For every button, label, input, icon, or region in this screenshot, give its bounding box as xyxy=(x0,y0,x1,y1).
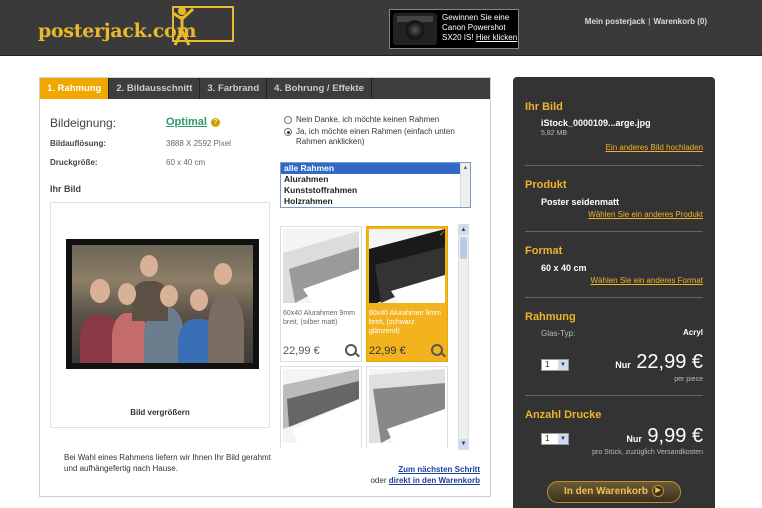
scroll-down-icon[interactable]: ▼ xyxy=(459,439,468,449)
frame-price-total: Nur 22,99 € xyxy=(615,351,703,373)
promo-link[interactable]: Hier klicken xyxy=(476,33,517,42)
frame-image xyxy=(283,369,359,443)
print-price-total: Nur 9,99 € xyxy=(626,425,703,447)
tab-farbrand[interactable]: 3. Farbrand xyxy=(200,78,268,99)
rahmung-title: Rahmung xyxy=(525,311,576,323)
eignung-label: Bildeignung: xyxy=(50,116,117,130)
product-name: Poster seidenmatt xyxy=(541,197,620,207)
chevron-down-icon: ▼ xyxy=(558,434,568,444)
divider xyxy=(525,231,703,232)
framed-photo[interactable] xyxy=(66,239,259,369)
frame-price: 22,99 € xyxy=(283,345,320,357)
radio-with-frame-button[interactable] xyxy=(284,128,292,136)
header: posterjack.com Gewinnen Sie eine Canon P… xyxy=(0,0,762,56)
quantity-select-prints[interactable]: 1 ▼ xyxy=(541,433,569,445)
top-nav: Mein posterjack | Warenkorb (0) xyxy=(584,17,708,26)
camera-icon xyxy=(393,13,437,45)
frame-desc: 60x40 Alurahmen 9mm breit, (silber matt) xyxy=(283,310,355,326)
enlarge-image-link[interactable]: Bild vergrößern xyxy=(51,408,269,417)
frame-card-black[interactable]: ✓ 60x40 Alurahmen 9mm breit, (schwarz gl… xyxy=(366,226,448,362)
change-format-link[interactable]: Wählen Sie ein anderes Format xyxy=(591,276,704,285)
order-summary-panel: Ihr Bild iStock_0000109...arge.jpg 5,82 … xyxy=(513,77,715,508)
frame-gallery-scrollbar[interactable]: ▲ ▼ xyxy=(458,224,469,450)
tab-bohrung-effekte[interactable]: 4. Bohrung / Effekte xyxy=(267,78,372,99)
eignung-value[interactable]: Optimal xyxy=(166,116,207,128)
frame-card-silver[interactable]: 60x40 Alurahmen 9mm breit, (silber matt)… xyxy=(280,226,362,362)
frame-silver-image xyxy=(283,229,359,303)
frame-type-option[interactable]: alle Rahmen xyxy=(281,163,470,174)
scroll-thumb[interactable] xyxy=(460,237,467,259)
zoom-icon[interactable] xyxy=(431,344,443,356)
glass-type-value: Acryl xyxy=(682,328,703,337)
divider xyxy=(525,395,703,396)
divider xyxy=(525,297,703,298)
promo-banner[interactable]: Gewinnen Sie eine Canon Powershot SX20 I… xyxy=(389,9,519,49)
add-to-cart-button[interactable]: In den Warenkorb ▶ xyxy=(547,481,681,503)
per-piece-label: per piece xyxy=(674,376,703,383)
photo-preview-box: Bild vergrößern xyxy=(50,202,270,428)
chevron-down-icon: ▼ xyxy=(558,360,568,370)
frame-type-listbox[interactable]: alle Rahmen Alurahmen Kunststoffrahmen H… xyxy=(280,162,471,208)
image-filename: iStock_0000109...arge.jpg xyxy=(541,118,651,128)
aufloesung-label: Bildauflösung: xyxy=(50,139,106,148)
frame-type-option[interactable]: Kunststoffrahmen xyxy=(281,185,470,196)
frame-gallery: 60x40 Alurahmen 9mm breit, (silber matt)… xyxy=(280,226,448,448)
druckgroesse-value: 60 x 40 cm xyxy=(166,158,206,167)
frame-card[interactable] xyxy=(366,366,448,448)
help-icon[interactable]: ? xyxy=(211,118,220,127)
tab-rahmung[interactable]: 1. Rahmung xyxy=(40,78,110,99)
arrow-right-icon: ▶ xyxy=(652,485,665,498)
ihr-bild-heading: Ihr Bild xyxy=(50,184,81,194)
radio-no-frame-button[interactable] xyxy=(284,116,292,124)
frame-type-option[interactable]: Alurahmen xyxy=(281,174,470,185)
format-title: Format xyxy=(525,245,563,257)
step-tabs: 1. Rahmung 2. Bildausschnitt 3. Farbrand… xyxy=(40,78,490,99)
per-piece-shipping-label: pro Stück, zuzüglich Versandkosten xyxy=(592,449,703,456)
cart-link[interactable]: Warenkorb (0) xyxy=(654,17,708,26)
account-link[interactable]: Mein posterjack xyxy=(585,17,645,26)
logo[interactable]: posterjack.com xyxy=(38,20,197,42)
druckgroesse-label: Druckgröße: xyxy=(50,158,98,167)
next-links: Zum nächsten Schritt oder direkt in den … xyxy=(370,465,480,485)
frame-price: 22,99 € xyxy=(369,345,406,357)
aufloesung-value: 3888 X 2592 Pixel xyxy=(166,139,231,148)
promo-text: Gewinnen Sie eine Canon Powershot SX20 I… xyxy=(442,13,518,42)
frame-note: Bei Wahl eines Rahmens liefern wir Ihnen… xyxy=(64,453,271,473)
scroll-up-icon[interactable]: ▲ xyxy=(459,225,468,235)
frame-black-image xyxy=(369,229,445,303)
divider xyxy=(525,165,703,166)
glass-type-label: Glas-Typ: xyxy=(541,329,576,338)
produkt-title: Produkt xyxy=(525,179,567,191)
frame-desc: 60x40 Alurahmen 9mm breit, (schwarz glän… xyxy=(369,310,441,335)
direct-cart-link[interactable]: direkt in den Warenkorb xyxy=(389,476,480,485)
frame-type-option[interactable]: Holzrahmen xyxy=(281,196,470,207)
anzahl-drucke-title: Anzahl Drucke xyxy=(525,409,602,421)
ihr-bild-title: Ihr Bild xyxy=(525,101,563,113)
selected-check-icon: ✓ xyxy=(439,229,446,238)
zoom-icon[interactable] xyxy=(345,344,357,356)
frame-image xyxy=(369,369,445,443)
next-step-link[interactable]: Zum nächsten Schritt xyxy=(398,465,480,474)
listbox-scrollbar[interactable]: ▲ xyxy=(460,163,470,207)
quantity-select-frame[interactable]: 1 ▼ xyxy=(541,359,569,371)
configurator-panel: 1. Rahmung 2. Bildausschnitt 3. Farbrand… xyxy=(39,77,491,497)
frame-card[interactable] xyxy=(280,366,362,448)
change-product-link[interactable]: Wählen Sie ein anderes Produkt xyxy=(588,210,703,219)
family-photo xyxy=(72,245,253,363)
upload-other-image-link[interactable]: Ein anderes Bild hochladen xyxy=(606,143,703,152)
image-filesize: 5,82 MB xyxy=(541,130,568,137)
tab-bildausschnitt[interactable]: 2. Bildausschnitt xyxy=(109,78,201,99)
format-value: 60 x 40 cm xyxy=(541,263,587,273)
